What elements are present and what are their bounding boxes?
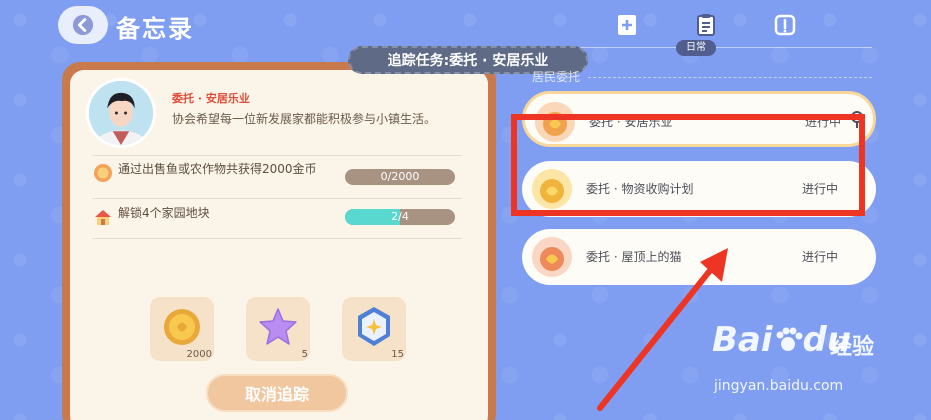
section-title: 居民委托: [532, 70, 581, 84]
gold-coin-icon: [164, 309, 200, 345]
tab-underline: [560, 47, 872, 48]
task-text: 通过出售鱼或农作物共获得2000金币: [118, 162, 317, 176]
back-arrow-icon: [72, 14, 94, 36]
divider: [92, 198, 462, 199]
quest-description: 协会希望每一位新发展家都能积极参与小镇生活。: [172, 112, 437, 126]
book-plus-icon: [618, 15, 636, 35]
cancel-tracking-button[interactable]: 取消追踪: [206, 374, 348, 412]
divider: [92, 238, 462, 239]
quest-list-item[interactable]: 委托 · 屋顶上的猫 进行中: [522, 229, 876, 285]
task-progress-bar: 2/4: [345, 209, 455, 225]
npc-name: 委托 · 安居乐业: [172, 92, 250, 105]
highlight-box: [511, 114, 865, 216]
watermark: Bai du 经验 jingyan.baidu.com: [712, 320, 922, 416]
clipboard-icon: [697, 14, 715, 36]
divider: [92, 155, 462, 156]
active-tab-label: 日常: [676, 40, 716, 56]
tab-special[interactable]: [768, 8, 802, 42]
house-icon: [95, 210, 111, 225]
back-button[interactable]: [58, 6, 108, 44]
section-divider: [588, 77, 872, 78]
tab-daily[interactable]: [689, 8, 723, 42]
top-tab-bar: [610, 8, 802, 42]
npc-portrait-icon: [89, 81, 153, 145]
paw-icon: [776, 327, 803, 351]
page-title: 备忘录: [116, 15, 194, 43]
quest-name: 委托 · 屋顶上的猫: [586, 250, 682, 264]
npc-avatar: [86, 78, 156, 148]
reward-item[interactable]: 15: [342, 297, 406, 361]
reward-item[interactable]: 5: [246, 297, 310, 361]
reward-item[interactable]: 2000: [150, 297, 214, 361]
quest-status: 进行中: [802, 250, 839, 264]
task-text: 解锁4个家园地块: [118, 206, 210, 220]
watermark-cn: 经验: [830, 335, 875, 360]
progress-text: 2/4: [391, 210, 409, 223]
reward-count: 2000: [186, 349, 212, 360]
coin-icon: [94, 164, 112, 182]
badge-icon: [358, 307, 390, 346]
reward-count: 5: [301, 349, 308, 360]
reward-count: 15: [391, 349, 404, 360]
task-progress-bar: 0/2000: [345, 169, 455, 185]
progress-text: 0/2000: [380, 170, 420, 183]
watermark-url: jingyan.baidu.com: [714, 378, 844, 394]
note-exclamation-icon: [774, 14, 796, 36]
tab-story[interactable]: [610, 8, 644, 42]
commission-coin-icon: [532, 237, 572, 277]
star-icon: [259, 308, 297, 345]
